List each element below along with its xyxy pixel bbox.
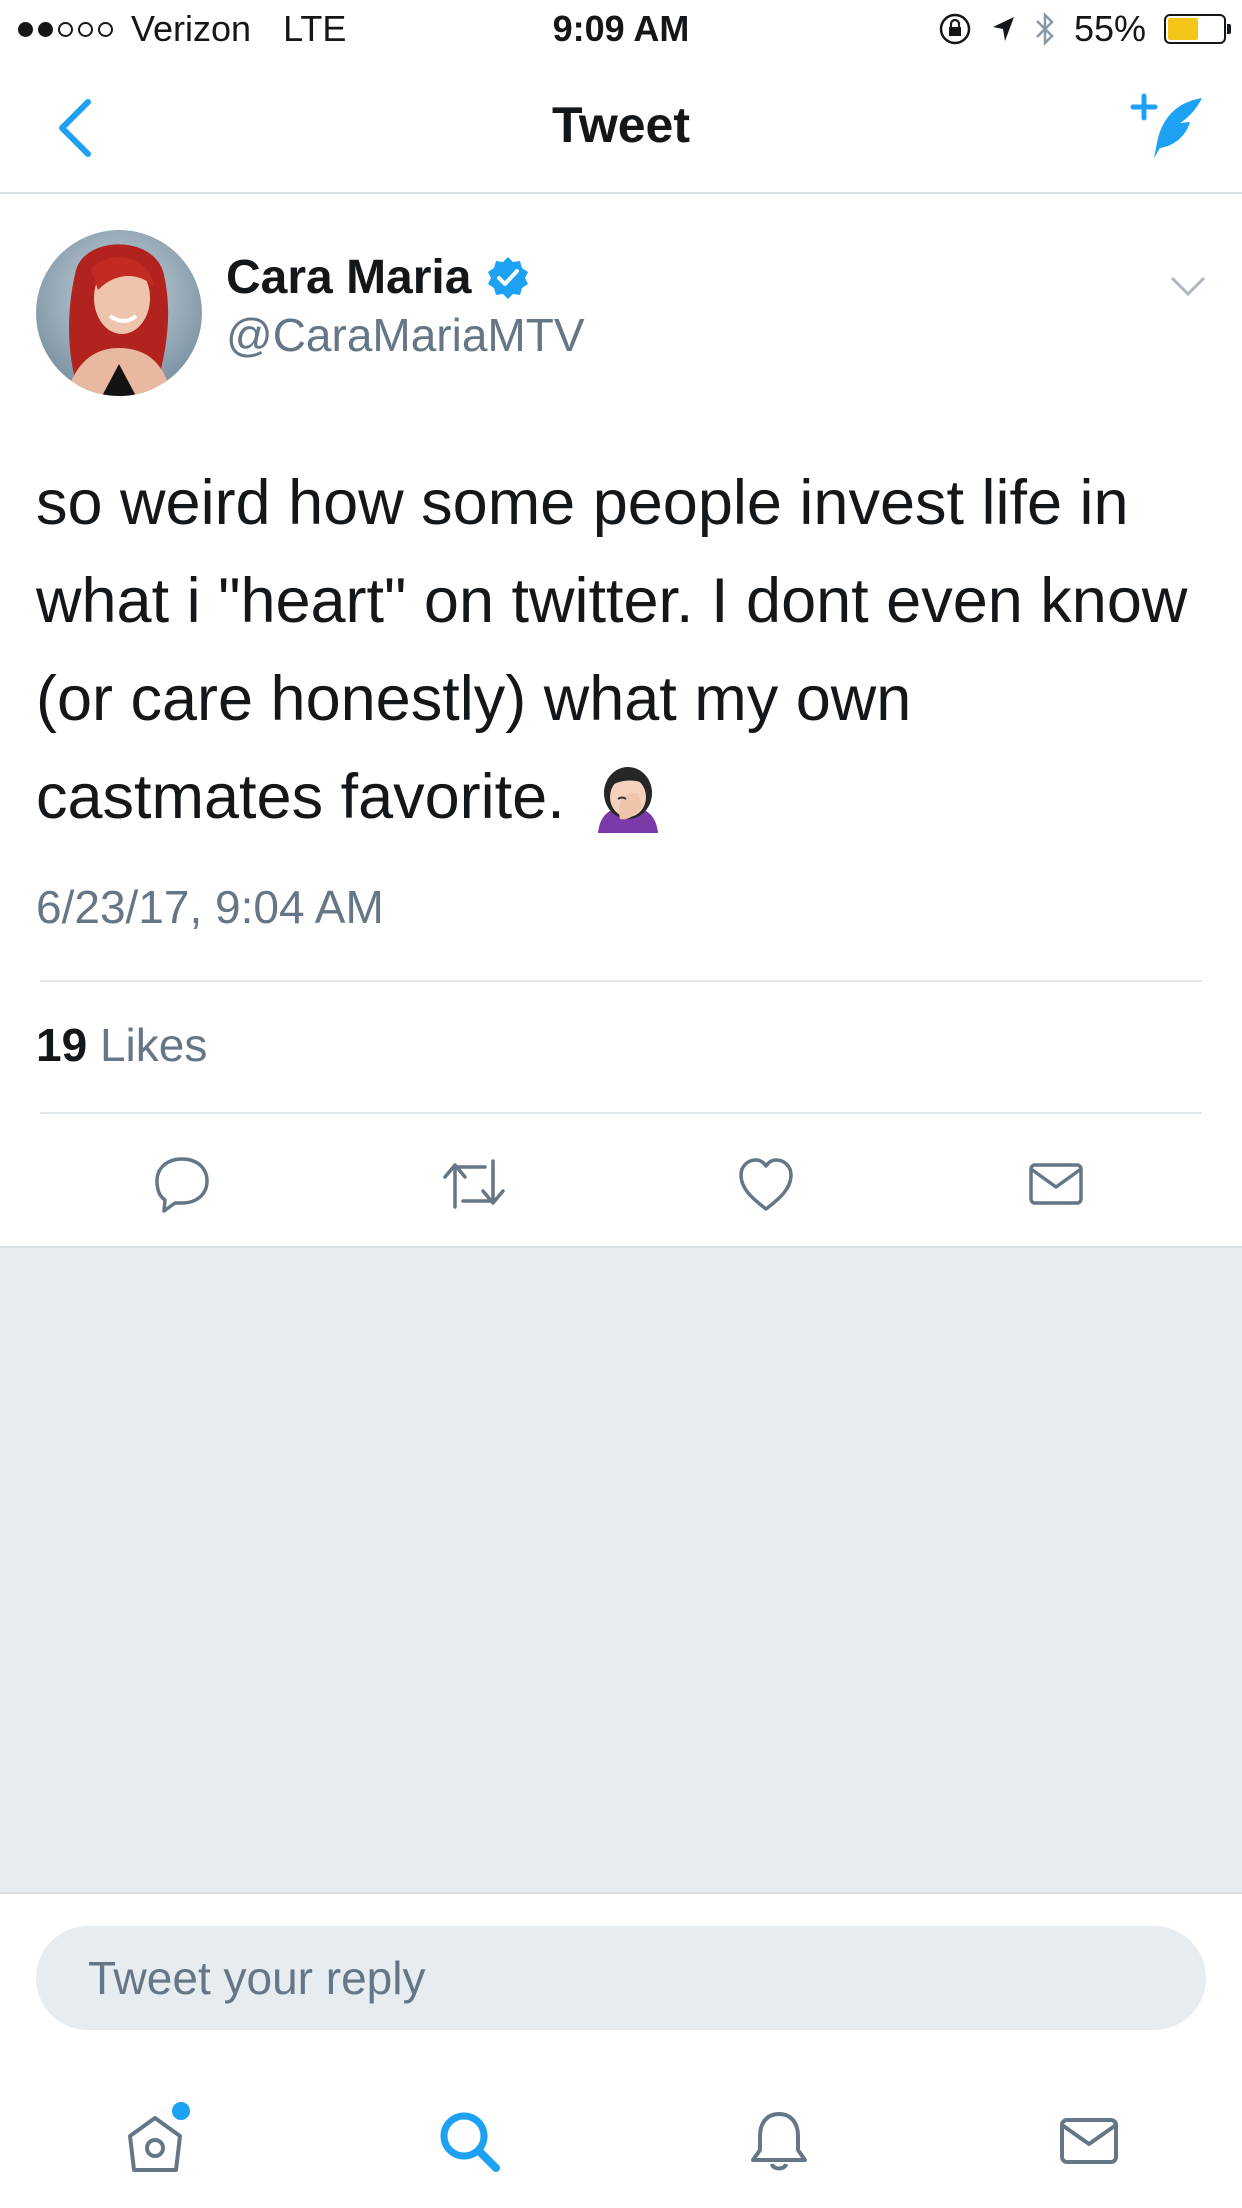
rotation-lock-icon [939, 13, 971, 45]
notifications-icon [751, 2112, 807, 2171]
author-name-text: Cara Maria [226, 251, 472, 304]
page-title: Tweet [552, 97, 690, 153]
reply-input[interactable] [36, 1926, 1206, 2030]
author-name[interactable]: Cara Maria [226, 250, 531, 305]
retweet-icon [443, 1159, 505, 1209]
avatar-photo [36, 230, 202, 396]
tab-search[interactable] [424, 2096, 514, 2186]
battery-icon [1164, 14, 1231, 44]
replies-area [0, 1246, 1242, 1894]
new-tweets-badge [172, 2102, 190, 2120]
face-palm-woman-icon [598, 767, 659, 834]
direct-message-button[interactable] [1016, 1144, 1096, 1224]
tweet-detail: Cara Maria @CaraMariaMTV so weird how so… [0, 194, 1242, 1246]
tab-home[interactable] [110, 2096, 200, 2186]
likes-label: Likes [99, 1019, 208, 1071]
tweet-actions [0, 1144, 1242, 1224]
status-bar: Verizon LTE 9:09 AM 55% [0, 0, 1242, 62]
bluetooth-icon [1036, 12, 1054, 46]
tweet-options-button[interactable] [1168, 270, 1208, 300]
location-arrow-icon [992, 17, 1014, 41]
compose-tweet-button[interactable] [1130, 90, 1210, 166]
verified-badge-icon [488, 256, 529, 299]
reply-icon [155, 1157, 209, 1213]
tweet-text: so weird how some people invest life in … [36, 454, 1206, 846]
compose-feather-icon [1130, 93, 1202, 158]
like-icon [739, 1158, 793, 1211]
reply-button[interactable] [142, 1144, 222, 1224]
battery-percent: 55% [1073, 8, 1146, 49]
chevron-down-icon [1170, 276, 1206, 297]
tab-messages[interactable] [1044, 2096, 1134, 2186]
retweet-button[interactable] [434, 1144, 514, 1224]
likes-count: 19 [36, 1019, 88, 1071]
tweet-timestamp: 6/23/17, 9:04 AM [36, 881, 384, 933]
tab-bar [0, 2080, 1242, 2208]
author-handle[interactable]: @CaraMariaMTV [226, 308, 585, 362]
likes-count-link[interactable]: 19 Likes [36, 1018, 207, 1072]
avatar[interactable] [36, 230, 202, 396]
tab-notifications[interactable] [734, 2096, 824, 2186]
like-button[interactable] [726, 1144, 806, 1224]
divider [40, 1112, 1202, 1114]
divider [40, 980, 1202, 982]
status-right: 55% [938, 8, 1231, 50]
search-icon [440, 2112, 500, 2172]
nav-bar: Tweet [0, 62, 1242, 194]
reply-bar [36, 1926, 1206, 2030]
direct-message-icon [1029, 1163, 1083, 1205]
messages-icon [1060, 2118, 1118, 2164]
